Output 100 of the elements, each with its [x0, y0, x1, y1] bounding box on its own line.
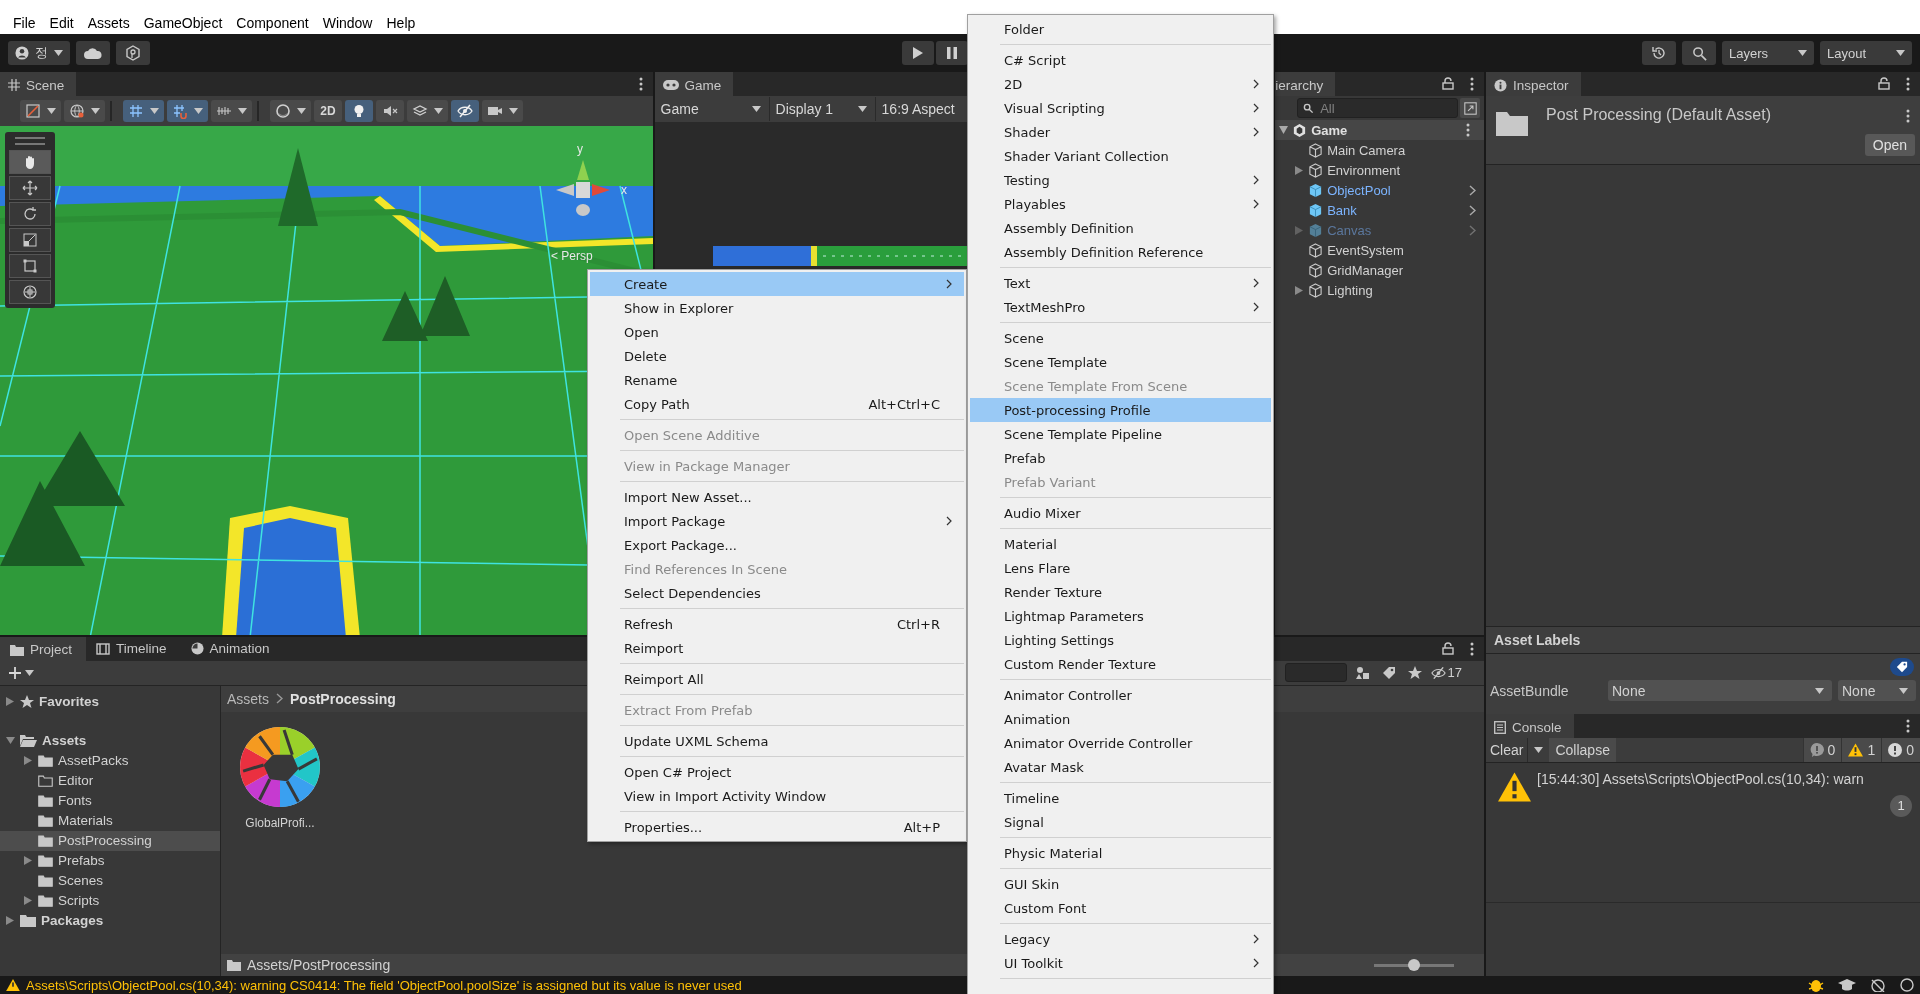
game-mode-dropdown[interactable]: Game	[654, 97, 770, 121]
hierarchy-tab[interactable]: ierarchy	[1275, 72, 1336, 96]
menu-item[interactable]: Post-processing Profile	[970, 398, 1271, 422]
scene-toolbar-button[interactable]	[167, 100, 208, 122]
menu-item[interactable]: Avatar Mask	[970, 755, 1271, 779]
menu-item[interactable]: Render Texture	[970, 580, 1271, 604]
status-message[interactable]: Assets\Scripts\ObjectPool.cs(10,34): warning CS0414: The field 'ObjectPool.poolSize' is assigned but its value is never used	[26, 977, 742, 993]
scene-toolbar-button[interactable]: 2D	[314, 100, 342, 122]
menu-item[interactable]: Import New Asset...	[590, 485, 964, 509]
search-button[interactable]	[1682, 41, 1716, 65]
menu-item[interactable]: 2D	[970, 72, 1271, 96]
search-field[interactable]: All	[1297, 98, 1458, 118]
menu-item[interactable]: Help	[379, 15, 423, 31]
menu-item[interactable]: Shader	[970, 120, 1271, 144]
more-icon[interactable]	[638, 77, 643, 91]
menu-item[interactable]: Component	[229, 15, 316, 31]
menu-item[interactable]: Select Dependencies	[590, 581, 964, 605]
search-field[interactable]	[1284, 663, 1347, 683]
lock-icon[interactable]	[1442, 641, 1454, 655]
slider-thumb[interactable]	[1408, 958, 1420, 971]
hierarchy-item[interactable]: Main Camera	[1275, 140, 1484, 160]
layers-dropdown[interactable]: Layers	[1722, 41, 1814, 65]
lock-icon[interactable]	[1442, 77, 1454, 90]
scene-toolbar-button[interactable]	[407, 100, 448, 122]
scene-tab[interactable]: Scene	[0, 72, 77, 96]
menu-item[interactable]: Import Package	[590, 509, 964, 533]
hierarchy-item[interactable]: Environment	[1275, 160, 1484, 180]
menu-item[interactable]: Custom Font	[970, 896, 1271, 920]
collapse-button[interactable]: Collapse	[1549, 738, 1616, 762]
menu-item[interactable]: Properties... Alt+P	[590, 815, 964, 839]
chevron-right-icon[interactable]	[1469, 185, 1476, 196]
tool-button[interactable]	[9, 176, 51, 200]
pause-button[interactable]	[936, 41, 968, 65]
folder-tree-item[interactable]: AssetPacks	[0, 750, 220, 771]
play-button[interactable]	[902, 41, 934, 65]
collaborate-button[interactable]	[116, 41, 150, 65]
console-tab[interactable]: Console	[1486, 714, 1574, 738]
hierarchy-item[interactable]: GridManager	[1275, 260, 1484, 280]
scene-toolbar-button[interactable]	[270, 100, 311, 122]
more-icon[interactable]	[1470, 77, 1474, 91]
folder-tree-item[interactable]: Prefabs	[0, 850, 220, 871]
open-button[interactable]: Open	[1864, 134, 1915, 156]
more-icon[interactable]	[1906, 77, 1910, 91]
menu-item[interactable]: Material	[970, 532, 1271, 556]
menu-item[interactable]: Refresh Ctrl+R	[590, 612, 964, 636]
menu-item[interactable]: Scene Template Pipeline	[970, 422, 1271, 446]
tool-button[interactable]	[9, 254, 51, 278]
hierarchy-item[interactable]: ObjectPool	[1275, 180, 1484, 200]
menu-item[interactable]: Edit	[42, 15, 81, 31]
menu-item[interactable]: Animator Controller	[970, 683, 1271, 707]
menu-item[interactable]: Show in Explorer	[590, 296, 964, 320]
breadcrumb-link[interactable]: Assets	[227, 690, 269, 707]
menu-item[interactable]: Export Package...	[590, 533, 964, 557]
drag-handle-icon[interactable]	[15, 137, 45, 145]
menu-item[interactable]: GUI Skin	[970, 872, 1271, 896]
scene-toolbar-button[interactable]	[64, 100, 105, 122]
display-dropdown[interactable]: Display 1	[769, 97, 876, 121]
menu-item[interactable]: Lightmap Parameters	[970, 604, 1271, 628]
folder-tree-item[interactable]: Editor	[0, 770, 220, 791]
scene-toolbar-button[interactable]	[123, 100, 164, 122]
menu-item[interactable]: Text	[970, 271, 1271, 295]
folder-tree-item[interactable]: Packages	[0, 910, 220, 931]
menu-item[interactable]: Shader Variant Collection	[970, 144, 1271, 168]
hierarchy-item[interactable]: EventSystem	[1275, 240, 1484, 260]
menu-item[interactable]: Lighting Settings	[970, 628, 1271, 652]
menu-item[interactable]: File	[6, 15, 43, 31]
menu-item[interactable]: Prefab	[970, 446, 1271, 470]
tool-button[interactable]	[9, 150, 51, 174]
scene-row[interactable]: Game	[1275, 120, 1484, 140]
tool-button[interactable]	[9, 280, 51, 304]
menu-item[interactable]: Delete	[590, 344, 964, 368]
tool-button[interactable]	[9, 202, 51, 226]
bug-icon[interactable]	[1808, 978, 1824, 992]
layout-dropdown[interactable]: Layout	[1820, 41, 1912, 65]
menu-item[interactable]: GameObject	[136, 15, 230, 31]
scene-picker-button[interactable]	[1460, 98, 1480, 118]
menu-item[interactable]: Copy Path Alt+Ctrl+C	[590, 392, 964, 416]
more-icon[interactable]	[1906, 719, 1910, 733]
menu-item[interactable]: Create	[590, 272, 964, 296]
more-icon[interactable]	[1466, 123, 1470, 137]
graduation-cap-icon[interactable]	[1838, 978, 1856, 992]
aperture-icon[interactable]	[239, 725, 321, 808]
folder-tree-item[interactable]: Assets	[0, 730, 220, 751]
clear-button[interactable]: Clear	[1486, 738, 1528, 762]
menu-item[interactable]: Window	[315, 15, 380, 31]
more-icon[interactable]	[1906, 109, 1910, 123]
menu-item[interactable]: Custom Render Texture	[970, 652, 1271, 676]
scene-toolbar-button[interactable]	[451, 100, 479, 122]
hidden-packages-button[interactable]: 17	[1430, 662, 1462, 683]
menu-item[interactable]: Reimport	[590, 636, 964, 660]
scene-toolbar-button[interactable]	[376, 100, 404, 122]
menu-item[interactable]: Assembly Definition Reference	[970, 240, 1271, 264]
menu-item[interactable]: Physic Material	[970, 841, 1271, 865]
scene-toolbar-button[interactable]	[345, 100, 373, 122]
folder-tree-item[interactable]: Scripts	[0, 890, 220, 911]
label-button[interactable]	[1890, 658, 1914, 676]
hierarchy-item[interactable]: Lighting	[1275, 280, 1484, 300]
log-entry[interactable]: [15:44:30] Assets\Scripts\ObjectPool.cs(10,34): warn 1	[1486, 763, 1920, 903]
expand-arrow-icon[interactable]	[24, 756, 33, 766]
expand-arrow-icon[interactable]	[24, 856, 33, 866]
